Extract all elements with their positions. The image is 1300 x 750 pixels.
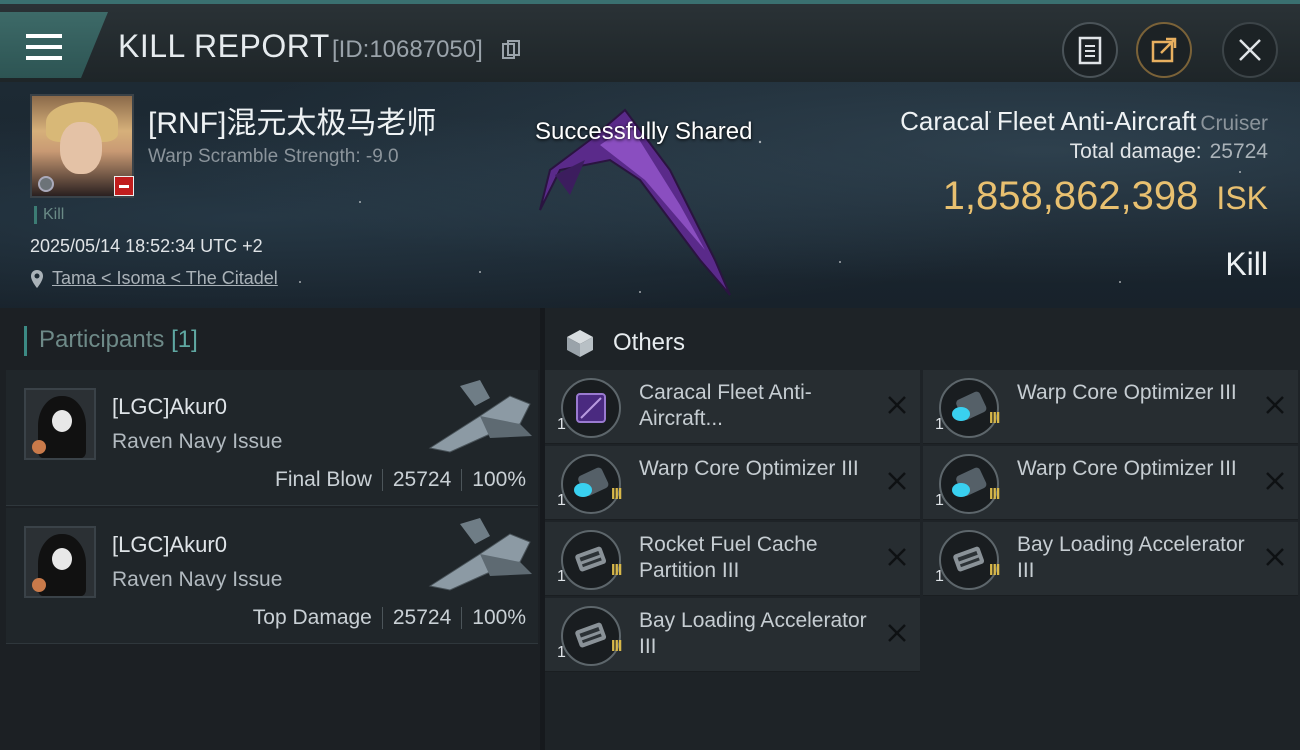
victim-pilot-name[interactable]: [RNF]混元太极马老师 [148,98,436,142]
total-damage-value: 25724 [1209,140,1268,163]
item-quantity: 1 [935,568,944,585]
location-link[interactable]: Tama < Isoma < The Citadel [52,268,278,289]
warp-core-icon [939,454,999,514]
report-id: [ID:10687050] [332,36,483,63]
destroyed-x-icon [1266,548,1284,566]
item-quantity: 1 [557,568,566,585]
kill-tag: Kill [34,206,64,224]
loot-item[interactable]: 1 III Warp Core Optimizer III [545,446,920,520]
item-quantity: 1 [557,492,566,509]
participant-card[interactable]: [LGC]Akur0 Raven Navy Issue Top Damage 2… [6,508,538,644]
loot-item[interactable]: 1 Caracal Fleet Anti-Aircraft... [545,370,920,444]
item-tier: III [989,562,1000,579]
item-tier: III [989,410,1000,427]
close-button[interactable] [1222,22,1278,78]
participant-name: [LGC]Akur0 [112,394,227,419]
kill-datetime: 2025/05/14 18:52:34 UTC +2 [30,236,263,256]
item-tier: III [611,562,622,579]
others-header: Others [565,328,685,358]
clipboard-icon [1078,36,1102,65]
rig-module-icon [561,606,621,666]
item-name: Rocket Fuel Cache Partition III [639,533,818,582]
participant-percent: 100% [472,468,526,491]
rig-module-icon [939,530,999,590]
destroyed-x-icon [888,396,906,414]
loot-item[interactable]: 1 III Warp Core Optimizer III [923,370,1298,444]
copy-icon[interactable] [502,40,520,60]
shared-toast: Successfully Shared [535,118,753,145]
item-name: Warp Core Optimizer III [1017,457,1237,480]
destroyed-x-icon [888,624,906,642]
participant-stats: Top Damage 25724 100% [253,606,526,630]
corp-badge-icon [38,176,54,192]
top-bar: KILL REPORT [ID:10687050] [0,0,1300,82]
total-damage: Total damage: 25724 [1069,140,1268,163]
close-icon [1239,39,1261,61]
item-tier: III [611,486,622,503]
destroyed-x-icon [888,548,906,566]
kill-location[interactable]: Tama < Isoma < The Citadel [30,268,278,289]
item-name: Bay Loading Accelerator III [639,609,867,658]
page-title: KILL REPORT [118,28,330,64]
participant-ship: Raven Navy Issue [112,430,283,453]
location-pin-icon [31,269,43,288]
victim-portrait[interactable] [30,94,134,198]
participant-ship: Raven Navy Issue [112,568,283,591]
destroyed-x-icon [1266,472,1284,490]
item-name: Bay Loading Accelerator III [1017,533,1245,582]
isk-value: 1,858,862,398 ISK [942,174,1268,218]
item-quantity: 1 [557,416,566,433]
destroyed-x-icon [888,472,906,490]
warp-scramble-strength: Warp Scramble Strength: -9.0 [148,146,399,167]
warp-core-icon [939,378,999,438]
participant-ship-image [428,518,532,591]
menu-icon [26,34,62,62]
item-tier: III [989,486,1000,503]
share-icon [1151,37,1177,63]
cube-icon [567,330,593,357]
share-button[interactable] [1136,22,1192,78]
participants-count: [1] [171,326,198,353]
item-quantity: 1 [935,492,944,509]
others-panel: Others 1 Caracal Fleet Anti-Aircraft... … [545,308,1300,750]
participant-ship-image [428,380,532,453]
participant-card[interactable]: [LGC]Akur0 Raven Navy Issue Final Blow 2… [6,370,538,506]
menu-button[interactable] [0,12,108,78]
item-tier: III [611,638,622,655]
participant-percent: 100% [472,606,526,629]
loot-item[interactable]: 1 III Bay Loading Accelerator III [923,522,1298,596]
rig-module-icon [561,530,621,590]
participant-damage: 25724 [392,468,452,491]
victim-summary: [RNF]混元太极马老师 Warp Scramble Strength: -9.… [0,82,1300,308]
participant-role: Final Blow [275,468,372,491]
participant-avatar[interactable] [24,388,96,460]
destroyed-x-icon [1266,396,1284,414]
victim-ship-name[interactable]: Caracal Fleet Anti-Aircraft Cruiser [900,106,1268,137]
participants-panel: Participants [1] [LGC]Akur0 Raven Navy I… [0,308,540,750]
warp-core-icon [561,454,621,514]
loot-item[interactable]: 1 III Warp Core Optimizer III [923,446,1298,520]
participant-damage: 25724 [392,606,452,629]
participant-name: [LGC]Akur0 [112,532,227,557]
participant-stats: Final Blow 25724 100% [275,468,526,492]
participant-role: Top Damage [252,606,372,629]
kill-result-label: Kill [1225,246,1268,282]
item-name: Warp Core Optimizer III [1017,381,1237,404]
hostile-badge-icon [114,176,134,196]
item-name: Warp Core Optimizer III [639,457,859,480]
loot-item[interactable]: 1 III Rocket Fuel Cache Partition III [545,522,920,596]
item-quantity: 1 [935,416,944,433]
victim-ship-class: Cruiser [1200,112,1268,135]
participants-header: Participants [1] [24,326,198,356]
ship-hull-icon [561,378,621,438]
report-button[interactable] [1062,22,1118,78]
isk-unit: ISK [1216,180,1268,216]
item-name: Caracal Fleet Anti-Aircraft... [639,381,812,430]
participant-avatar[interactable] [24,526,96,598]
loot-item[interactable]: 1 III Bay Loading Accelerator III [545,598,920,672]
item-quantity: 1 [557,644,566,661]
